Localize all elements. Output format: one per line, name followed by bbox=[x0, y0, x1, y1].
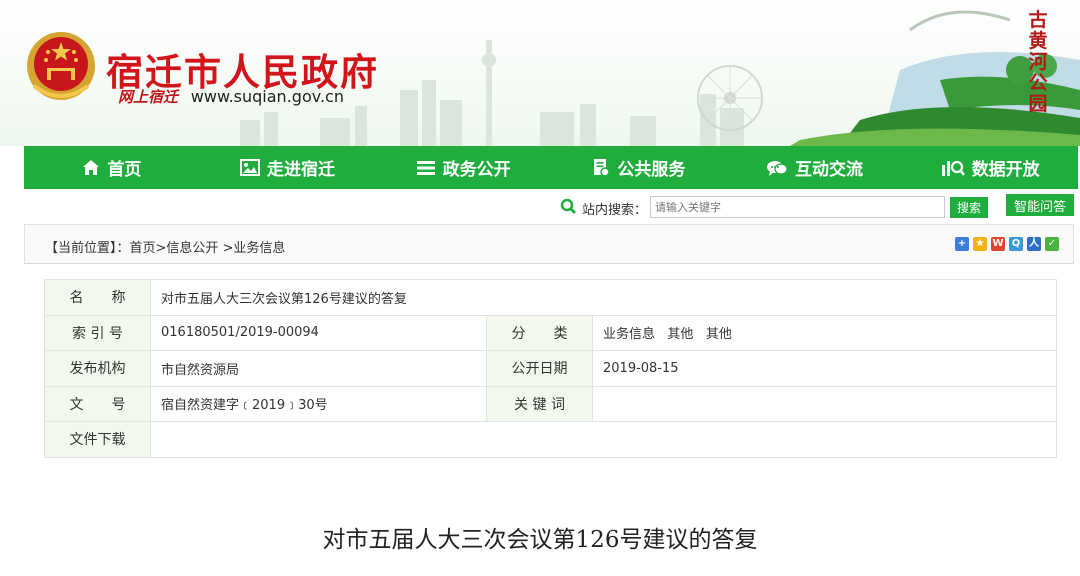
index-label: 索 引 号 bbox=[44, 314, 151, 351]
table-row: 文件下载 bbox=[44, 421, 1057, 458]
category-tag: 业务信息 bbox=[603, 327, 656, 343]
breadcrumb-bar: 【当前位置】：首页>信息公开 >业务信息 + ★ W Q 人 ✓ bbox=[24, 224, 1074, 264]
image-icon bbox=[240, 159, 260, 176]
document-icon bbox=[594, 159, 611, 177]
nav-item-label: 走进宿迁 bbox=[267, 160, 335, 180]
national-emblem-logo bbox=[27, 32, 95, 100]
table-row: 文 号 宿自然资建字﹝2019﹞30号 关 键 词 bbox=[44, 385, 1057, 422]
category-value: 业务信息 其他 其他 bbox=[592, 314, 1057, 351]
download-label: 文件下载 bbox=[44, 421, 151, 458]
nav-item-services[interactable]: 公共服务 bbox=[551, 146, 727, 189]
date-label: 公开日期 bbox=[486, 350, 593, 387]
header-banner: 宿迁市人民政府 网上宿迁 www.suqian.gov.cn 古黄河公园 bbox=[0, 0, 1080, 146]
date-value: 2019-08-15 bbox=[592, 350, 1057, 387]
nav-item-label: 首页 bbox=[107, 160, 142, 180]
smart-qa-button[interactable]: 智能问答 bbox=[1006, 194, 1074, 216]
category-label: 分 类 bbox=[486, 314, 593, 351]
search-input[interactable] bbox=[650, 196, 945, 218]
docno-value: 宿自然资建字﹝2019﹞30号 bbox=[150, 385, 487, 422]
qzone-share-icon[interactable]: ★ bbox=[973, 237, 987, 251]
nav-item-label: 政务公开 bbox=[442, 160, 511, 180]
nav-item-label: 数据开放 bbox=[971, 160, 1040, 180]
data-search-icon bbox=[941, 160, 965, 176]
nav-item-label: 互动交流 bbox=[795, 160, 864, 180]
name-value: 对市五届人大三次会议第126号建议的答复 bbox=[150, 279, 1057, 316]
publisher-value: 市自然资源局 bbox=[150, 350, 487, 387]
weibo-share-icon[interactable]: W bbox=[991, 237, 1005, 251]
share-toolbar: + ★ W Q 人 ✓ bbox=[955, 237, 1059, 251]
tencent-share-icon[interactable]: Q bbox=[1009, 237, 1023, 251]
table-row: 索 引 号 016180501/2019-00094 分 类 业务信息 其他 其… bbox=[44, 314, 1057, 351]
table-row: 名 称 对市五届人大三次会议第126号建议的答复 bbox=[44, 279, 1057, 316]
list-icon bbox=[416, 160, 435, 175]
site-url[interactable]: www.suqian.gov.cn bbox=[191, 87, 344, 106]
docno-label: 文 号 bbox=[44, 385, 151, 422]
renren-share-icon[interactable]: 人 bbox=[1027, 237, 1041, 251]
index-value: 016180501/2019-00094 bbox=[150, 314, 487, 351]
search-button[interactable]: 搜索 bbox=[950, 197, 988, 218]
search-label: 站内搜索： bbox=[582, 203, 648, 218]
keywords-label: 关 键 词 bbox=[486, 385, 593, 422]
search-icon bbox=[560, 198, 576, 214]
nav-item-interaction[interactable]: 互动交流 bbox=[727, 146, 903, 189]
category-tag: 其他 bbox=[667, 327, 694, 343]
table-row: 发布机构 市自然资源局 公开日期 2019-08-15 bbox=[44, 350, 1057, 387]
publisher-label: 发布机构 bbox=[44, 350, 151, 387]
park-calligraphy-logo: 古黄河公园 bbox=[1028, 9, 1048, 115]
nav-item-about[interactable]: 走进宿迁 bbox=[200, 146, 376, 189]
nav-item-label: 公共服务 bbox=[617, 160, 686, 180]
nav-item-home[interactable]: 首页 bbox=[24, 146, 200, 189]
download-value[interactable] bbox=[150, 421, 1057, 458]
main-nav: 首页 走进宿迁 政务公开 公共服务 互动交流 数据开放 bbox=[24, 146, 1078, 189]
nav-item-open-data[interactable]: 数据开放 bbox=[902, 146, 1078, 189]
site-slogan: 网上宿迁 bbox=[118, 88, 179, 106]
document-info-table: 名 称 对市五届人大三次会议第126号建议的答复 索 引 号 016180501… bbox=[44, 279, 1057, 458]
breadcrumb: 【当前位置】：首页>信息公开 >业务信息 bbox=[45, 241, 286, 256]
wechat-share-icon[interactable]: ✓ bbox=[1045, 237, 1059, 251]
site-subtitle: 网上宿迁 www.suqian.gov.cn bbox=[118, 86, 344, 107]
search-bar: 站内搜索： 搜索 智能问答 bbox=[0, 194, 1080, 220]
name-label: 名 称 bbox=[44, 279, 151, 316]
chat-icon bbox=[767, 160, 788, 176]
nav-item-gov-info[interactable]: 政务公开 bbox=[375, 146, 551, 189]
document-title: 对市五届人大三次会议第126号建议的答复 bbox=[322, 527, 758, 553]
category-tag: 其他 bbox=[705, 327, 732, 343]
keywords-value bbox=[592, 385, 1057, 422]
home-icon bbox=[83, 160, 100, 175]
add-share-icon[interactable]: + bbox=[955, 237, 969, 251]
